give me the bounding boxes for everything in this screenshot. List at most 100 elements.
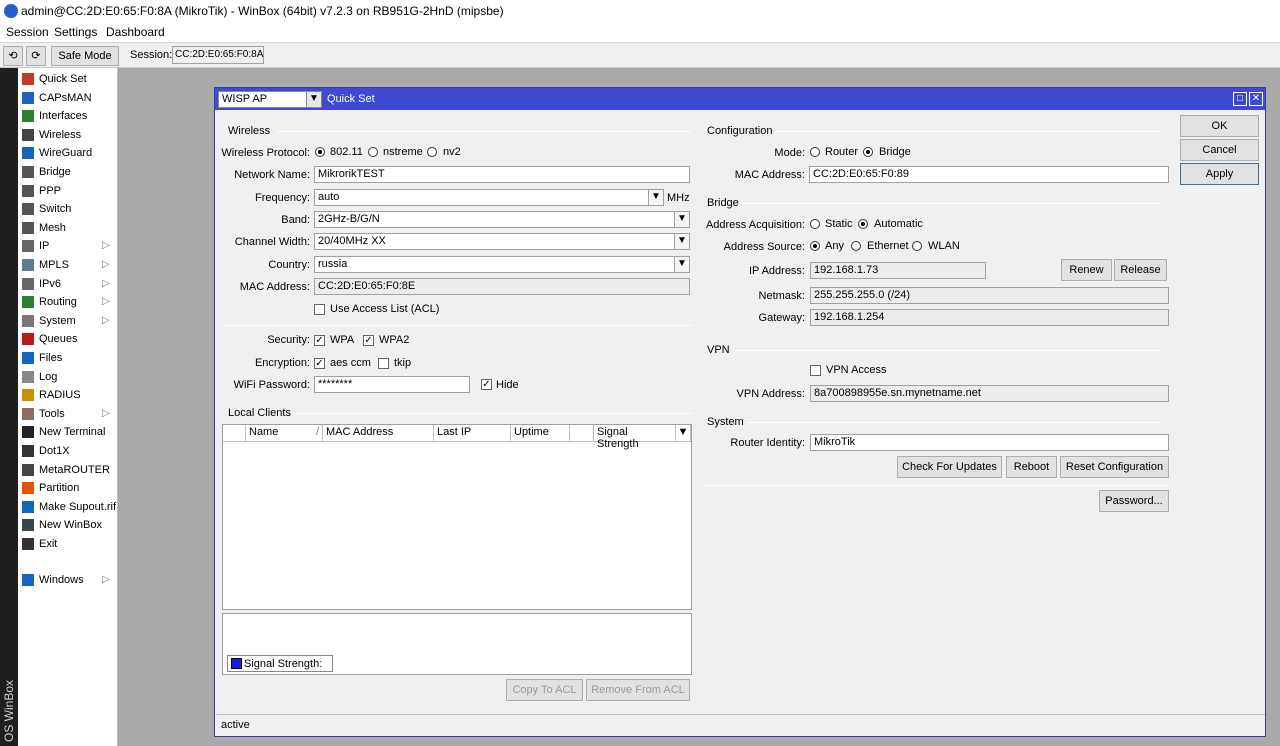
cancel-button[interactable]: Cancel: [1180, 139, 1259, 161]
partition-icon: [22, 482, 34, 495]
terminal-icon: [22, 426, 34, 439]
gateway-field: 192.168.1.254: [810, 309, 1169, 326]
undo-button[interactable]: ⟲: [3, 46, 23, 66]
reboot-button[interactable]: Reboot: [1006, 456, 1057, 478]
check-updates-button[interactable]: Check For Updates: [897, 456, 1002, 478]
radio-router[interactable]: [810, 147, 820, 157]
radio-automatic[interactable]: [858, 219, 868, 229]
files-icon: [22, 352, 34, 364]
sidebar-item-windows[interactable]: Windows ▷: [18, 571, 118, 589]
sidebar-item-mpls[interactable]: MPLS ▷: [18, 256, 118, 274]
safe-mode-button[interactable]: Safe Mode: [51, 46, 119, 66]
sidebar-item-metarouter[interactable]: MetaROUTER: [18, 461, 118, 479]
tkip-checkbox[interactable]: [378, 358, 389, 369]
status-bar: active: [216, 714, 1265, 736]
sidebar-item-ipv6[interactable]: IPv6 ▷: [18, 275, 118, 293]
channel-width-select[interactable]: 20/40MHz XX ▼: [314, 233, 690, 250]
interfaces-icon: [22, 110, 34, 123]
log-icon: [22, 370, 34, 383]
network-name-input[interactable]: MikrorikTEST: [314, 166, 690, 183]
radio-ethernet[interactable]: [851, 241, 861, 251]
menu-dashboard[interactable]: Dashboard: [106, 25, 165, 39]
band-select[interactable]: 2GHz-B/G/N ▼: [314, 211, 690, 228]
menu-settings[interactable]: Settings: [54, 25, 97, 39]
vpn-access-checkbox[interactable]: [810, 365, 821, 376]
status-text: active: [221, 719, 250, 731]
reset-configuration-button[interactable]: Reset Configuration: [1060, 456, 1169, 478]
quick-set-dialog: WISP AP ▼ Quick Set □ ✕ Wireless Wireles…: [214, 87, 1266, 737]
remove-from-acl-button[interactable]: Remove From ACL: [586, 679, 690, 701]
radio-bridge[interactable]: [863, 147, 873, 157]
sidebar-item-tools[interactable]: Tools ▷: [18, 405, 118, 423]
chevron-down-icon: ▼: [306, 92, 321, 107]
radio-wlan[interactable]: [912, 241, 922, 251]
router-identity-label: Router Identity:: [730, 437, 805, 449]
sidebar-item-exit[interactable]: Exit: [18, 535, 118, 553]
apply-button[interactable]: Apply: [1180, 163, 1259, 185]
col-uptime[interactable]: Uptime: [511, 425, 570, 442]
sidebar-item-label: Exit: [39, 538, 58, 550]
aes-checkbox[interactable]: ✓: [314, 358, 325, 369]
ipv6-icon: [22, 277, 34, 290]
radio-static[interactable]: [810, 219, 820, 229]
password-button[interactable]: Password...: [1099, 490, 1169, 512]
config-mac-input[interactable]: CC:2D:E0:65:F0:89: [809, 166, 1169, 183]
windows-icon: [22, 574, 34, 586]
sidebar-item-radius[interactable]: RADIUS: [18, 386, 118, 404]
sidebar-item-mesh[interactable]: Mesh: [18, 219, 118, 237]
sidebar-item-wireless[interactable]: Wireless: [18, 126, 118, 144]
close-icon[interactable]: ✕: [1249, 92, 1263, 106]
acl-checkbox[interactable]: [314, 304, 325, 315]
maximize-icon[interactable]: □: [1233, 92, 1247, 106]
copy-to-acl-button[interactable]: Copy To ACL: [506, 679, 583, 701]
sidebar-item-quick-set[interactable]: Quick Set: [18, 70, 118, 88]
sidebar-item-bridge[interactable]: Bridge: [18, 163, 118, 181]
col-last-ip[interactable]: Last IP: [434, 425, 511, 442]
sidebar-item-capsman[interactable]: CAPsMAN: [18, 89, 118, 107]
sidebar-item-log[interactable]: Log: [18, 368, 118, 386]
mode-select[interactable]: WISP AP ▼: [218, 91, 322, 108]
sidebar-item-partition[interactable]: Partition: [18, 479, 118, 497]
sidebar-item-files[interactable]: Files: [18, 349, 118, 367]
hide-checkbox[interactable]: ✓: [481, 379, 492, 390]
wifi-password-input[interactable]: ********: [314, 376, 470, 393]
sidebar-item-routing[interactable]: Routing ▷: [18, 293, 118, 311]
radio-nstreme[interactable]: [368, 147, 378, 157]
sidebar-item-ip[interactable]: IP ▷: [18, 237, 118, 255]
renew-button[interactable]: Renew: [1061, 259, 1112, 281]
ip-address-field: 192.168.1.73: [810, 262, 986, 279]
mesh-icon: [22, 221, 34, 234]
session-value: CC:2D:E0:65:F0:8A: [172, 46, 264, 64]
sidebar-item-dot1x[interactable]: Dot1X: [18, 442, 118, 460]
frequency-select[interactable]: auto ▼: [314, 189, 664, 206]
menu-session[interactable]: Session: [6, 25, 49, 39]
radio-any[interactable]: [810, 241, 820, 251]
col-signal[interactable]: Signal Strength: [594, 425, 676, 450]
redo-button[interactable]: ⟳: [26, 46, 46, 66]
section-wireless: Wireless: [228, 125, 271, 137]
sidebar-item-system[interactable]: System ▷: [18, 312, 118, 330]
wpa2-checkbox[interactable]: ✓: [363, 335, 374, 346]
sidebar-item-wireguard[interactable]: WireGuard: [18, 144, 118, 162]
router-identity-input[interactable]: MikroTik: [810, 434, 1169, 451]
radio-80211[interactable]: [315, 147, 325, 157]
wireless-protocol-label: Wireless Protocol:: [221, 147, 310, 159]
sidebar-item-ppp[interactable]: PPP: [18, 182, 118, 200]
col-mac[interactable]: MAC Address: [323, 425, 434, 442]
ok-button[interactable]: OK: [1180, 115, 1259, 137]
routing-icon: [22, 296, 34, 309]
sidebar-item-queues[interactable]: Queues: [18, 330, 118, 348]
sidebar-item-new-terminal[interactable]: New Terminal: [18, 423, 118, 441]
sidebar-item-make-supout-rif[interactable]: Make Supout.rif: [18, 498, 118, 516]
sidebar-item-interfaces[interactable]: Interfaces: [18, 107, 118, 125]
release-button[interactable]: Release: [1114, 259, 1167, 281]
col-empty: [570, 425, 594, 442]
divider: [735, 350, 1161, 351]
clients-table[interactable]: Name / MAC Address Last IP Uptime Signal …: [222, 424, 692, 610]
col-name[interactable]: Name /: [246, 425, 323, 442]
wpa-checkbox[interactable]: ✓: [314, 335, 325, 346]
country-select[interactable]: russia ▼: [314, 256, 690, 273]
radio-nv2[interactable]: [427, 147, 437, 157]
sidebar-item-switch[interactable]: Switch: [18, 200, 118, 218]
sidebar-item-new-winbox[interactable]: New WinBox: [18, 516, 118, 534]
